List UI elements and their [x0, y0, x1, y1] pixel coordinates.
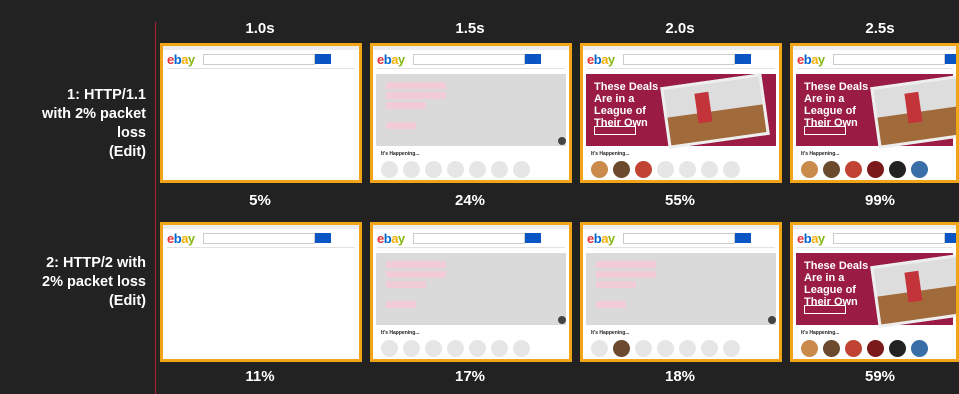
visual-progress: 24%	[454, 192, 486, 209]
filmstrip-frame[interactable]: ebay It's Happening...	[370, 43, 572, 183]
filmstrip-frame[interactable]: ebay These Deals Are in a League of Their…	[580, 43, 782, 183]
filmstrip-frame[interactable]: ebay These Deals Are in a League of Their…	[790, 222, 959, 362]
time-label: 2.5s	[865, 20, 895, 37]
visual-progress: 18%	[664, 368, 696, 385]
filmstrip-frame[interactable]: ebay It's Happening...	[370, 222, 572, 362]
filmstrip-frame[interactable]: ebay It's Happening...	[580, 222, 782, 362]
section-heading: It's Happening...	[801, 151, 840, 157]
visual-progress: 11%	[245, 368, 275, 385]
section-heading: It's Happening...	[381, 151, 420, 157]
time-label: 2.0s	[665, 20, 695, 37]
time-label: 1.0s	[245, 20, 275, 37]
visual-progress: 55%	[664, 192, 696, 209]
ebay-logo: ebay	[377, 231, 405, 246]
filmstrip-frame[interactable]: ebay These Deals Are in a League of Their…	[790, 43, 959, 183]
ebay-logo: ebay	[797, 231, 825, 246]
edit-link[interactable]: (Edit)	[0, 292, 146, 311]
row-label-line: loss	[116, 125, 146, 141]
row-label-line: 1: HTTP/1.1	[67, 87, 146, 103]
ebay-logo: ebay	[587, 231, 615, 246]
visual-progress: 99%	[864, 192, 896, 209]
row-label-line: 2: HTTP/2 with	[46, 255, 146, 271]
ebay-logo: ebay	[167, 52, 195, 67]
filmstrip-frame[interactable]: ebay	[160, 43, 362, 183]
row-label-line: 2% packet loss	[42, 274, 146, 290]
section-heading: It's Happening...	[591, 330, 630, 336]
ebay-logo: ebay	[167, 231, 195, 246]
time-label: 1.5s	[455, 20, 485, 37]
edit-link[interactable]: (Edit)	[0, 143, 146, 162]
section-heading: It's Happening...	[591, 151, 630, 157]
ebay-logo: ebay	[587, 52, 615, 67]
visual-progress: 17%	[454, 368, 486, 385]
visual-progress: 59%	[864, 368, 896, 385]
row-label-http1: 1: HTTP/1.1 with 2% packet loss (Edit)	[0, 86, 146, 162]
timeline-divider	[155, 22, 156, 394]
row-label-http2: 2: HTTP/2 with 2% packet loss (Edit)	[0, 254, 146, 311]
visual-progress: 5%	[249, 192, 271, 209]
row-label-line: with 2% packet	[42, 106, 146, 122]
ebay-logo: ebay	[377, 52, 405, 67]
ebay-logo: ebay	[797, 52, 825, 67]
filmstrip-frame[interactable]: ebay	[160, 222, 362, 362]
section-heading: It's Happening...	[381, 330, 420, 336]
section-heading: It's Happening...	[801, 330, 840, 336]
